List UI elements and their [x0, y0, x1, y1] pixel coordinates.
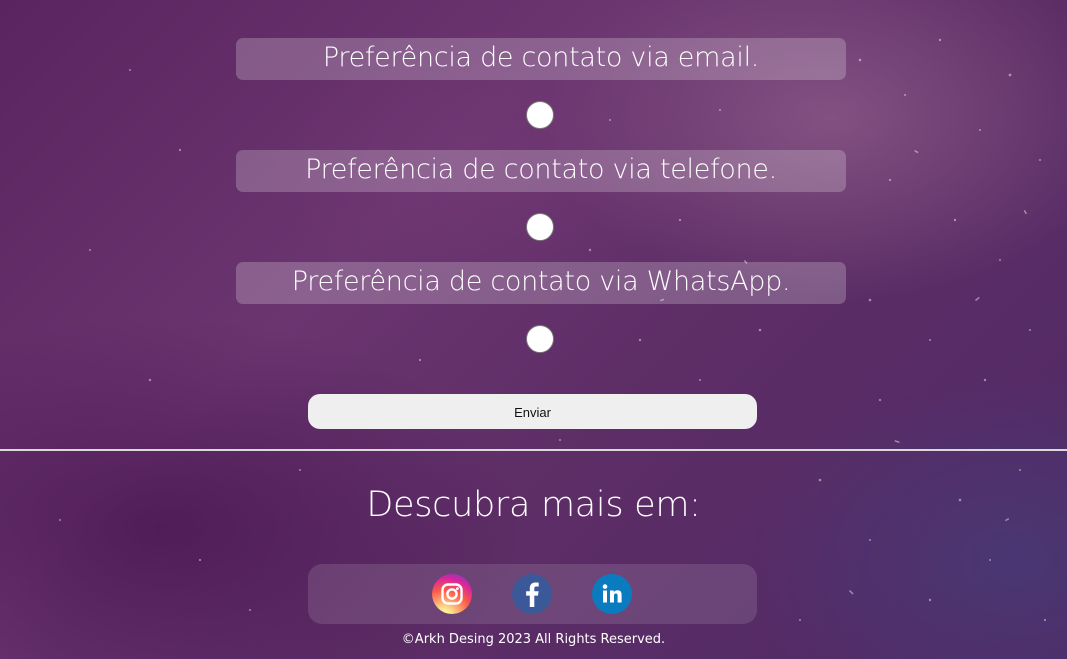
footer-divider [0, 449, 1067, 451]
instagram-icon[interactable] [432, 574, 472, 614]
contact-option-whatsapp-radio[interactable] [526, 325, 554, 353]
contact-option-phone-radio[interactable] [526, 213, 554, 241]
contact-option-whatsapp-label: Preferência de contato via WhatsApp. [236, 262, 846, 304]
contact-option-email-label: Preferência de contato via email. [236, 38, 846, 80]
submit-button[interactable]: Enviar [308, 394, 757, 429]
copyright-text: ©Arkh Desing 2023 All Rights Reserved. [401, 632, 666, 647]
linkedin-icon[interactable] [592, 574, 632, 614]
discover-title: Descubra mais em: [366, 485, 701, 525]
contact-option-email-radio[interactable] [526, 101, 554, 129]
contact-option-phone-label: Preferência de contato via telefone. [236, 150, 846, 192]
facebook-icon[interactable] [512, 574, 552, 614]
